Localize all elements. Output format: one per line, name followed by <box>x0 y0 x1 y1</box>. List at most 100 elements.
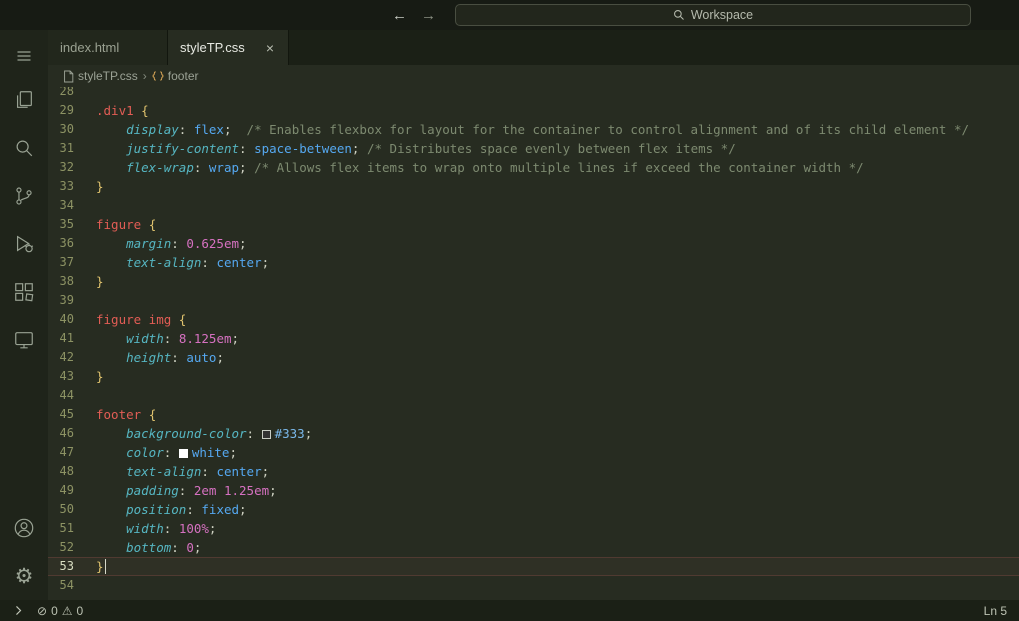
remote-explorer-icon[interactable] <box>0 316 48 364</box>
token-pun: ; <box>223 122 247 137</box>
line-number[interactable]: 34 <box>48 196 96 215</box>
line-number[interactable]: 33 <box>48 177 96 196</box>
token-pun <box>96 445 126 460</box>
line-number[interactable]: 47 <box>48 443 96 462</box>
code-line-52[interactable]: 52 bottom: 0; <box>48 538 1019 557</box>
code-line-51[interactable]: 51 width: 100%; <box>48 519 1019 538</box>
line-number[interactable]: 35 <box>48 215 96 234</box>
token-prop: text-align <box>126 464 202 479</box>
line-number[interactable]: 38 <box>48 272 96 291</box>
token-pun <box>216 483 224 498</box>
line-number[interactable]: 29 <box>48 101 96 120</box>
code-line-43[interactable]: 43} <box>48 367 1019 386</box>
close-icon[interactable]: × <box>264 40 276 56</box>
token-kw: center <box>216 255 262 270</box>
forward-arrow-icon[interactable]: → <box>421 8 436 23</box>
token-num: 1.25em <box>223 483 270 498</box>
code-line-48[interactable]: 48 text-align: center; <box>48 462 1019 481</box>
code-line-41[interactable]: 41 width: 8.125em; <box>48 329 1019 348</box>
line-number[interactable]: 46 <box>48 424 96 443</box>
code-line-28[interactable]: 28 <box>48 87 1019 101</box>
line-number[interactable]: 30 <box>48 120 96 139</box>
code-line-53[interactable]: 53} <box>48 557 1019 576</box>
code-line-33[interactable]: 33} <box>48 177 1019 196</box>
code-line-47[interactable]: 47 color: white; <box>48 443 1019 462</box>
token-pun <box>96 331 126 346</box>
search-sidebar-icon[interactable] <box>0 124 48 172</box>
line-number[interactable]: 28 <box>48 87 96 101</box>
token-pun <box>96 426 126 441</box>
line-number[interactable]: 39 <box>48 291 96 310</box>
color-swatch-white[interactable] <box>178 449 188 458</box>
code-line-38[interactable]: 38} <box>48 272 1019 291</box>
line-number[interactable]: 49 <box>48 481 96 500</box>
warning-icon: ⚠ <box>61 603 73 618</box>
back-arrow-icon[interactable]: ← <box>392 8 407 23</box>
menu-icon[interactable] <box>0 36 48 76</box>
line-number[interactable]: 40 <box>48 310 96 329</box>
extensions-icon[interactable] <box>0 268 48 316</box>
run-and-debug-icon[interactable] <box>0 220 48 268</box>
token-pun <box>141 217 149 232</box>
command-center-search[interactable]: Workspace <box>455 4 971 26</box>
remote-indicator[interactable] <box>6 600 31 621</box>
line-number[interactable]: 52 <box>48 538 96 557</box>
cursor-position-indicator[interactable]: Ln 5 <box>978 600 1013 621</box>
code-line-35[interactable]: 35 figure { <box>48 215 1019 234</box>
line-number[interactable]: 36 <box>48 234 96 253</box>
token-pun: ; <box>351 141 367 156</box>
tab-styletp-css[interactable]: styleTP.css × <box>168 30 289 65</box>
token-prop: padding <box>126 483 179 498</box>
line-number[interactable]: 48 <box>48 462 96 481</box>
token-prop: flex-wrap <box>126 160 194 175</box>
code-line-34[interactable]: 34 <box>48 196 1019 215</box>
code-editor[interactable]: 28 29 .div1 {30 display: flex; /* Enables … <box>48 87 1019 600</box>
account-icon[interactable] <box>0 504 48 552</box>
code-text: flex-wrap: wrap; /* Allows flex items to… <box>96 158 864 177</box>
token-pun: : <box>201 255 217 270</box>
code-line-32[interactable]: 32 flex-wrap: wrap; /* Allows flex items… <box>48 158 1019 177</box>
breadcrumb-separator: › <box>142 69 147 83</box>
code-text: justify-content: space-between; /* Distr… <box>96 139 736 158</box>
source-control-icon[interactable] <box>0 172 48 220</box>
token-brace: } <box>96 559 104 574</box>
line-number[interactable]: 43 <box>48 367 96 386</box>
code-line-40[interactable]: 40 figure img { <box>48 310 1019 329</box>
tab-index-html[interactable]: index.html <box>48 30 168 65</box>
code-line-50[interactable]: 50 position: fixed; <box>48 500 1019 519</box>
color-swatch-333[interactable] <box>261 430 271 439</box>
line-number[interactable]: 42 <box>48 348 96 367</box>
code-line-29[interactable]: 29 .div1 { <box>48 101 1019 120</box>
line-number[interactable]: 51 <box>48 519 96 538</box>
code-line-30[interactable]: 30 display: flex; /* Enables flexbox for… <box>48 120 1019 139</box>
line-number[interactable]: 31 <box>48 139 96 158</box>
code-line-46[interactable]: 46 background-color: #333; <box>48 424 1019 443</box>
breadcrumb-file[interactable]: styleTP.css <box>63 69 138 83</box>
tab-label: styleTP.css <box>180 40 245 55</box>
token-pun <box>96 521 126 536</box>
line-number[interactable]: 54 <box>48 576 96 595</box>
code-line-42[interactable]: 42 height: auto; <box>48 348 1019 367</box>
settings-gear-icon[interactable]: ⚙ <box>0 552 48 600</box>
code-line-37[interactable]: 37 text-align: center; <box>48 253 1019 272</box>
problems-indicator[interactable]: ⊘ 0 ⚠ 0 <box>31 600 89 621</box>
code-line-45[interactable]: 45 footer { <box>48 405 1019 424</box>
code-line-36[interactable]: 36 margin: 0.625em; <box>48 234 1019 253</box>
code-line-31[interactable]: 31 justify-content: space-between; /* Di… <box>48 139 1019 158</box>
code-line-49[interactable]: 49 padding: 2em 1.25em; <box>48 481 1019 500</box>
breadcrumb-symbol[interactable]: footer <box>152 69 198 83</box>
token-pun: : <box>171 350 187 365</box>
code-line-39[interactable]: 39 <box>48 291 1019 310</box>
line-number[interactable]: 44 <box>48 386 96 405</box>
line-number[interactable]: 50 <box>48 500 96 519</box>
line-number[interactable]: 37 <box>48 253 96 272</box>
line-number[interactable]: 32 <box>48 158 96 177</box>
token-prop: width <box>126 521 164 536</box>
code-line-54[interactable]: 54 <box>48 576 1019 595</box>
code-line-44[interactable]: 44 <box>48 386 1019 405</box>
explorer-icon[interactable] <box>0 76 48 124</box>
token-kw: fixed <box>201 502 240 517</box>
line-number[interactable]: 41 <box>48 329 96 348</box>
line-number[interactable]: 45 <box>48 405 96 424</box>
line-number[interactable]: 53 <box>48 557 96 576</box>
